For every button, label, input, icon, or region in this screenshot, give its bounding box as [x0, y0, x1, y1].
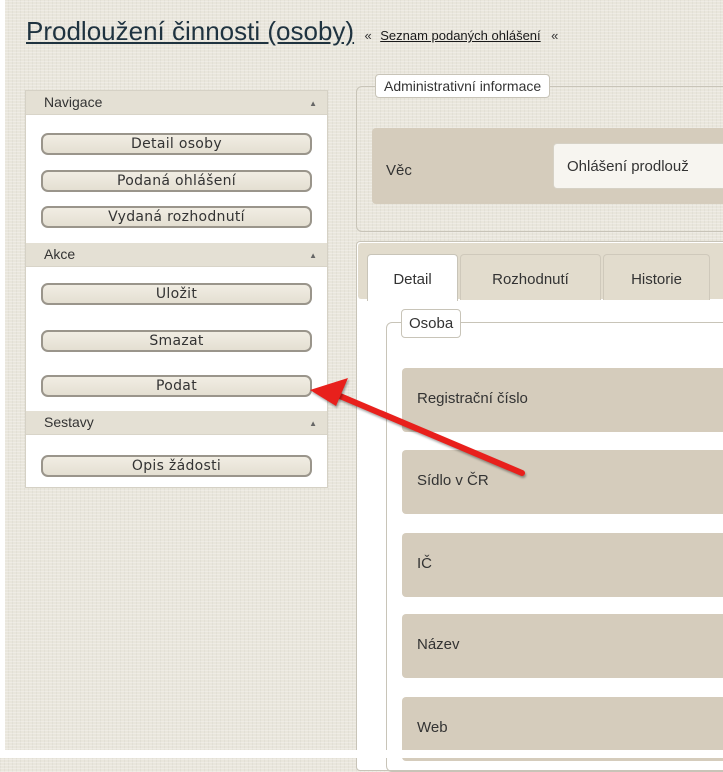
admin-info-legend: Administrativní informace — [375, 74, 551, 98]
detail-osoby-button[interactable]: Detail osoby — [41, 133, 312, 155]
tab-rozhodnuti[interactable]: Rozhodnutí — [460, 254, 601, 300]
field-label-ic: IČ — [417, 555, 432, 572]
tab-historie[interactable]: Historie — [603, 254, 710, 300]
section-label: Sestavy — [44, 414, 94, 430]
section-label: Navigace — [44, 94, 103, 110]
frame-left-edge — [0, 0, 5, 758]
field-row-ic — [402, 533, 723, 597]
sidebar: Navigace ▲ Detail osoby Podaná ohlášení … — [25, 90, 328, 488]
sidebar-section-navigation[interactable]: Navigace ▲ — [26, 91, 327, 115]
section-label: Akce — [44, 246, 76, 262]
vec-value-field[interactable]: Ohlášení prodlouž — [553, 143, 723, 189]
page-title: Prodloužení činnosti (osoby) — [26, 16, 355, 46]
collapse-up-icon[interactable]: ▲ — [309, 419, 317, 428]
vydana-rozhodnuti-button[interactable]: Vydaná rozhodnutí — [41, 206, 312, 228]
breadcrumb-link-submitted-list[interactable]: Seznam podaných ohlášení — [380, 28, 540, 43]
ulozit-button[interactable]: Uložit — [41, 283, 312, 305]
tab-detail[interactable]: Detail — [367, 254, 458, 301]
podana-ohlaseni-button[interactable]: Podaná ohlášení — [41, 170, 312, 192]
field-label-web: Web — [417, 719, 448, 736]
sidebar-section-sestavy[interactable]: Sestavy ▲ — [26, 411, 327, 435]
field-label-nazev: Název — [417, 636, 460, 653]
header: Prodloužení činnosti (osoby) « Seznam po… — [26, 16, 558, 47]
field-label-sidlo: Sídlo v ČR — [417, 472, 489, 489]
breadcrumb-separator: « — [364, 28, 372, 43]
opis-zadosti-button[interactable]: Opis žádosti — [41, 455, 312, 477]
collapse-up-icon[interactable]: ▲ — [309, 99, 317, 108]
collapse-up-icon[interactable]: ▲ — [309, 251, 317, 260]
vec-label: Věc — [386, 162, 412, 179]
podat-button[interactable]: Podat — [41, 375, 312, 397]
field-label-registracni-cislo: Registrační číslo — [417, 390, 528, 407]
osoba-legend: Osoba — [401, 309, 462, 338]
smazat-button[interactable]: Smazat — [41, 330, 312, 352]
frame-bottom-edge — [0, 750, 723, 758]
breadcrumb-separator-2: « — [551, 28, 559, 43]
sidebar-section-akce[interactable]: Akce ▲ — [26, 243, 327, 267]
